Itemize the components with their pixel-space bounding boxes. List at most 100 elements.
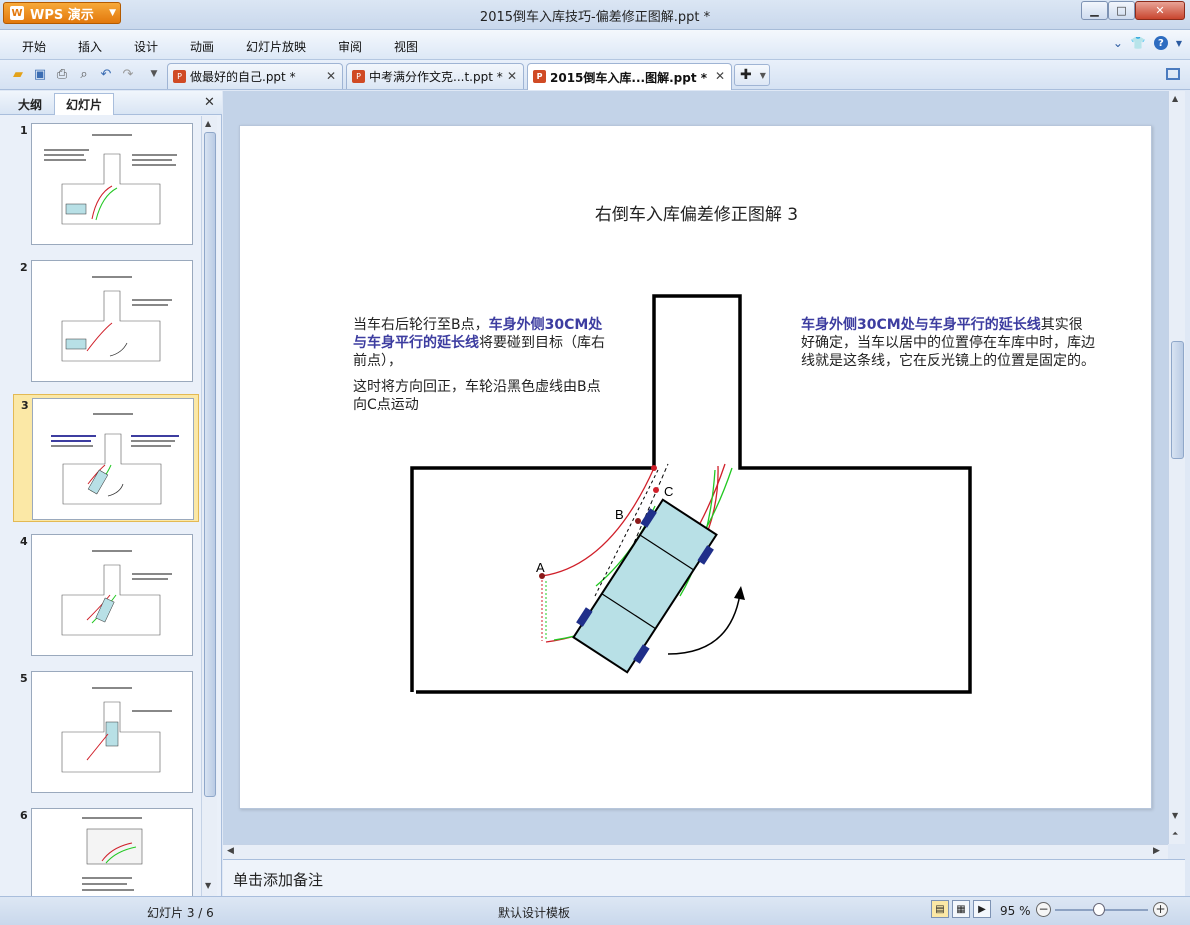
scrollbar-thumb[interactable]	[204, 132, 216, 797]
tab-document-2[interactable]: P 中考满分作文克...t.ppt * ✕	[346, 63, 524, 89]
point-b	[635, 518, 641, 524]
slide-thumbnail[interactable]: 2	[13, 257, 199, 385]
status-bar: 幻灯片 3 / 6 默认设计模板 ▤ ▦ ▶ 95 % − +	[0, 896, 1190, 925]
slide-thumbnail-active[interactable]: 3	[13, 394, 199, 522]
slide-number: 2	[20, 261, 28, 274]
zoom-slider-handle[interactable]	[1093, 903, 1105, 916]
ppt-file-icon: P	[352, 70, 365, 83]
window-layout-icon[interactable]	[1166, 68, 1180, 80]
close-window-button[interactable]: ✕	[1135, 1, 1185, 20]
chevron-down-icon[interactable]: ▼	[1176, 39, 1182, 48]
tab-document-3[interactable]: P 2015倒车入库...图解.ppt * ✕	[527, 63, 732, 90]
menu-view[interactable]: 视图	[394, 38, 418, 55]
design-template-label: 默认设计模板	[498, 906, 571, 920]
slide-preview	[32, 398, 194, 520]
tab-label: 做最好的自己.ppt *	[190, 70, 296, 84]
scroll-down-icon[interactable]: ▼	[205, 881, 211, 890]
slide-thumbnail[interactable]: 5	[13, 668, 199, 796]
zoom-in-button[interactable]: +	[1153, 902, 1168, 917]
help-icon[interactable]: ?	[1153, 36, 1168, 50]
editor-horizontal-scrollbar[interactable]: ◀ ▶	[223, 844, 1168, 859]
label-a: A	[536, 560, 545, 575]
open-folder-icon[interactable]: ▰	[10, 66, 26, 82]
scroll-right-icon[interactable]: ▶	[1153, 846, 1160, 856]
minimize-button[interactable]: ▁	[1081, 1, 1108, 20]
quick-toolbar: ▰ ▣ ⎙ ⌕ ↶ ↷ ▼ P 做最好的自己.ppt * ✕ P 中考满分作文克…	[0, 60, 1190, 90]
prev-slide-icon[interactable]: ⏶	[1172, 829, 1178, 839]
title-bar: W WPS 演示 ▼ 2015倒车入库技巧-偏差修正图解.ppt * ▁ □ ✕	[0, 0, 1190, 30]
scroll-down-icon[interactable]: ▼	[1172, 811, 1178, 820]
normal-view-icon[interactable]: ▤	[931, 900, 949, 918]
new-tab-button[interactable]: ✚ ▼	[734, 64, 770, 86]
menu-bar: 开始 插入 设计 动画 幻灯片放映 审阅 视图 ⌄ 👕 ? ▼	[0, 30, 1190, 60]
panel-tabs: 大纲 幻灯片 ✕	[0, 91, 222, 115]
slides-panel: 大纲 幻灯片 ✕ 1 2 3 4 5 6 ▲ ▼	[0, 91, 222, 896]
slide-counter: 幻灯片 3 / 6	[147, 906, 214, 920]
menu-insert[interactable]: 插入	[78, 38, 102, 55]
menu-design[interactable]: 设计	[134, 38, 158, 55]
close-tab-icon[interactable]: ✕	[326, 69, 336, 83]
slideshow-view-icon[interactable]: ▶	[973, 900, 991, 918]
scroll-up-icon[interactable]: ▲	[205, 119, 211, 128]
save-icon[interactable]: ▣	[32, 66, 48, 82]
notes-placeholder[interactable]: 单击添加备注	[233, 869, 323, 890]
slide-thumbnail[interactable]: 1	[13, 120, 199, 248]
slide-thumbnail[interactable]: 6	[13, 805, 199, 896]
scrollbar-thumb[interactable]	[1171, 341, 1184, 459]
slide-preview	[31, 671, 193, 793]
slide-thumbnail-list: 1 2 3 4 5 6	[0, 116, 200, 896]
menu-review[interactable]: 审阅	[338, 38, 362, 55]
editor-vertical-scrollbar[interactable]: ▲ ▼ ⏶	[1168, 91, 1185, 844]
slide-number: 6	[20, 809, 28, 822]
collapse-ribbon-icon[interactable]: ⌄	[1113, 36, 1123, 50]
maximize-button[interactable]: □	[1108, 1, 1135, 20]
close-tab-icon[interactable]: ✕	[715, 69, 725, 83]
garage-outline	[410, 294, 972, 694]
notes-pane[interactable]: 单击添加备注	[223, 859, 1185, 896]
zoom-level: 95 %	[1000, 904, 1031, 918]
plus-icon: ✚	[740, 67, 752, 83]
slide-preview	[31, 534, 193, 656]
tab-label: 中考满分作文克...t.ppt *	[369, 70, 503, 84]
customize-toolbar-icon[interactable]: ▼	[146, 66, 162, 82]
ppt-file-icon: P	[173, 70, 186, 83]
slide-preview	[31, 808, 193, 896]
print-icon[interactable]: ⎙	[54, 66, 70, 82]
menu-animation[interactable]: 动画	[190, 38, 214, 55]
arrow-head	[734, 586, 745, 600]
slide-preview	[31, 123, 193, 245]
print-preview-icon[interactable]: ⌕	[76, 66, 92, 82]
close-tab-icon[interactable]: ✕	[507, 69, 517, 83]
slide-preview	[31, 260, 193, 382]
thumbnail-scrollbar[interactable]: ▲ ▼	[201, 116, 217, 896]
tab-slides[interactable]: 幻灯片	[54, 93, 114, 115]
slide-editor: 右倒车入库偏差修正图解 3 当车右后轮行至B点，车身外侧30CM处与车身平行的延…	[223, 91, 1168, 844]
slide-canvas[interactable]: 右倒车入库偏差修正图解 3 当车右后轮行至B点，车身外侧30CM处与车身平行的延…	[239, 125, 1152, 809]
slide-number: 5	[20, 672, 28, 685]
slide-sorter-view-icon[interactable]: ▦	[952, 900, 970, 918]
menu-home[interactable]: 开始	[22, 38, 46, 55]
ppt-file-icon: P	[533, 70, 546, 83]
slide-thumbnail[interactable]: 4	[13, 531, 199, 659]
rotation-arrow	[667, 593, 741, 655]
window-title: 2015倒车入库技巧-偏差修正图解.ppt *	[479, 10, 711, 25]
slide-number: 4	[20, 535, 28, 548]
point-target	[651, 465, 657, 471]
slide-number: 1	[20, 124, 28, 137]
undo-icon[interactable]: ↶	[98, 66, 114, 82]
tab-outline[interactable]: 大纲	[8, 93, 52, 115]
close-panel-icon[interactable]: ✕	[204, 95, 215, 110]
slide-number: 3	[21, 399, 29, 412]
tab-document-1[interactable]: P 做最好的自己.ppt * ✕	[167, 63, 343, 89]
zoom-out-button[interactable]: −	[1036, 902, 1051, 917]
point-c	[653, 487, 659, 493]
tab-label: 2015倒车入库...图解.ppt *	[550, 70, 708, 85]
menu-slideshow[interactable]: 幻灯片放映	[246, 38, 306, 55]
skin-icon[interactable]: 👕	[1131, 36, 1146, 50]
scroll-up-icon[interactable]: ▲	[1172, 94, 1178, 103]
redo-icon[interactable]: ↷	[120, 66, 136, 82]
scroll-left-icon[interactable]: ◀	[227, 846, 234, 856]
label-c: C	[664, 484, 673, 499]
chevron-down-icon: ▼	[759, 70, 766, 80]
parking-diagram: A B C	[410, 294, 972, 694]
